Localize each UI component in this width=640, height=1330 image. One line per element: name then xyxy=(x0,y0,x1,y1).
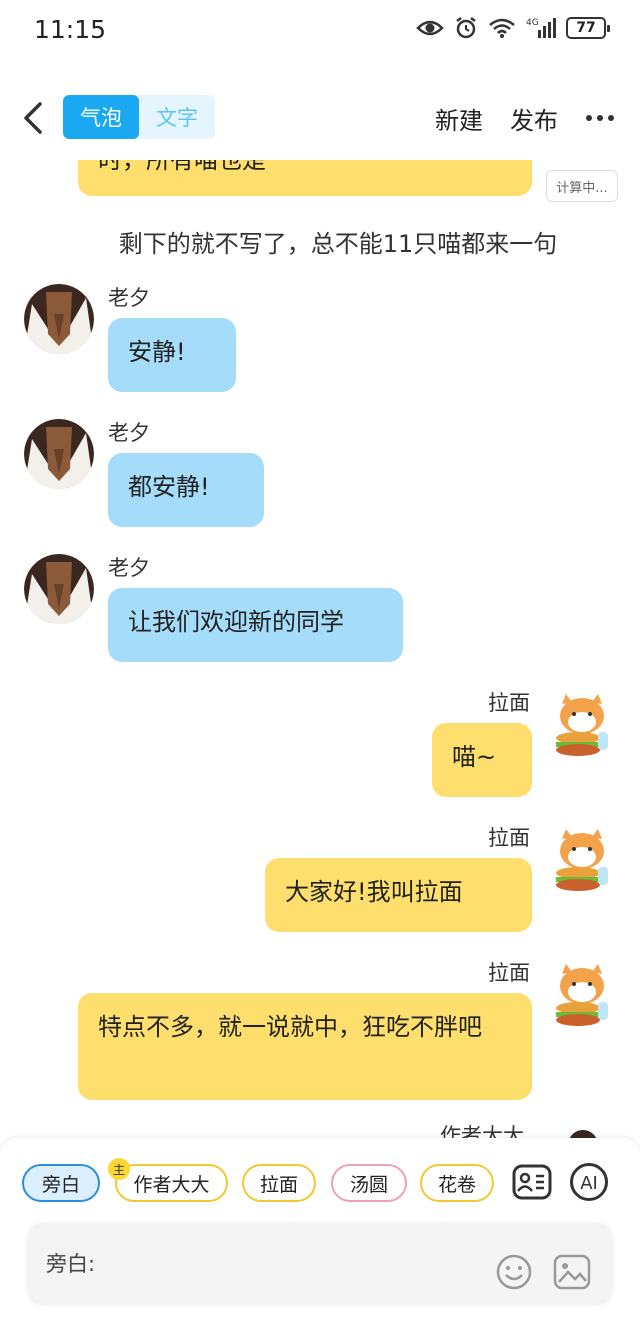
avatar[interactable] xyxy=(552,694,612,758)
avatar[interactable] xyxy=(552,964,612,1028)
message-bubble[interactable]: 喵~ xyxy=(432,723,532,797)
sender-name: 拉面 xyxy=(488,691,530,715)
ai-icon[interactable]: AI xyxy=(569,1162,609,1202)
back-arrow-icon xyxy=(24,102,42,134)
tab-text[interactable]: 文字 xyxy=(139,95,215,139)
more-icon[interactable] xyxy=(586,108,616,128)
message-text: 喵~ xyxy=(452,743,497,771)
alarm-icon xyxy=(456,17,476,39)
avatar[interactable] xyxy=(24,284,94,354)
chat-area[interactable]: 时，所有喵也是 计算中... 剩下的就不写了，总不能11只喵都来一句 老夕 安静… xyxy=(0,160,640,1138)
mode-toggle: 气泡 文字 xyxy=(63,95,215,139)
role-chip-lamian[interactable]: 拉面 xyxy=(242,1164,316,1202)
message-text: 大家好!我叫拉面 xyxy=(285,878,463,906)
message-bubble[interactable]: 安静! xyxy=(108,318,236,392)
avatar[interactable] xyxy=(568,1130,598,1138)
sender-name: 拉面 xyxy=(488,961,530,985)
narration-line[interactable]: 剩下的就不写了，总不能11只喵都来一句 xyxy=(0,224,640,259)
publish-button[interactable]: 发布 xyxy=(510,101,558,136)
message-text: 安静! xyxy=(128,338,186,366)
role-chip-author[interactable]: 作者大大 xyxy=(115,1164,228,1202)
new-button[interactable]: 新建 xyxy=(435,101,483,136)
message-bubble[interactable]: 大家好!我叫拉面 xyxy=(265,858,532,932)
avatar[interactable] xyxy=(552,829,612,893)
calculating-badge: 计算中... xyxy=(546,170,618,202)
sender-name: 拉面 xyxy=(488,826,530,850)
input-placeholder: 旁白: xyxy=(46,1252,96,1276)
svg-text:AI: AI xyxy=(580,1173,598,1194)
image-icon[interactable] xyxy=(553,1254,591,1290)
battery-icon: 77 xyxy=(566,17,610,39)
message-text: 特点不多，就一说就中，狂吃不胖吧 xyxy=(98,1013,482,1041)
role-card-icon[interactable] xyxy=(512,1162,552,1202)
eye-icon xyxy=(416,20,444,36)
sender-name: 老夕 xyxy=(108,556,150,580)
message-text: 都安静! xyxy=(128,473,210,501)
emoji-icon[interactable] xyxy=(496,1254,532,1290)
sender-name: 作者大大 xyxy=(440,1124,524,1138)
owner-badge: 主 xyxy=(108,1158,130,1180)
signal-icon: 4G xyxy=(526,18,556,38)
tab-bubble[interactable]: 气泡 xyxy=(63,95,139,139)
network-type-label: 4G xyxy=(526,18,539,28)
role-chip-tangyuan[interactable]: 汤圆 xyxy=(331,1164,407,1202)
message-text: 让我们欢迎新的同学 xyxy=(128,608,344,636)
status-time: 11:15 xyxy=(34,15,107,44)
compose-panel: 旁白 作者大大 主 拉面 汤圆 花卷 AI 旁白: xyxy=(0,1138,640,1330)
message-bubble[interactable]: 特点不多，就一说就中，狂吃不胖吧 xyxy=(78,993,532,1100)
message-bubble[interactable]: 让我们欢迎新的同学 xyxy=(108,588,403,662)
message-text: 时，所有喵也是 xyxy=(98,160,266,174)
message-bubble[interactable]: 都安静! xyxy=(108,453,264,527)
wifi-icon xyxy=(489,18,515,38)
role-chip-narration[interactable]: 旁白 xyxy=(22,1164,100,1202)
status-bar: 11:15 4G 77 xyxy=(0,0,640,62)
status-icons: 4G 77 xyxy=(416,16,610,40)
sender-name: 老夕 xyxy=(108,286,150,310)
role-chip-huajuan[interactable]: 花卷 xyxy=(420,1164,494,1202)
sender-name: 老夕 xyxy=(108,421,150,445)
avatar[interactable] xyxy=(24,554,94,624)
avatar[interactable] xyxy=(24,419,94,489)
message-input[interactable]: 旁白: xyxy=(26,1222,614,1306)
back-button[interactable] xyxy=(18,98,48,138)
top-nav: 气泡 文字 新建 发布 xyxy=(0,88,640,148)
message-bubble-partial[interactable]: 时，所有喵也是 xyxy=(78,160,532,196)
